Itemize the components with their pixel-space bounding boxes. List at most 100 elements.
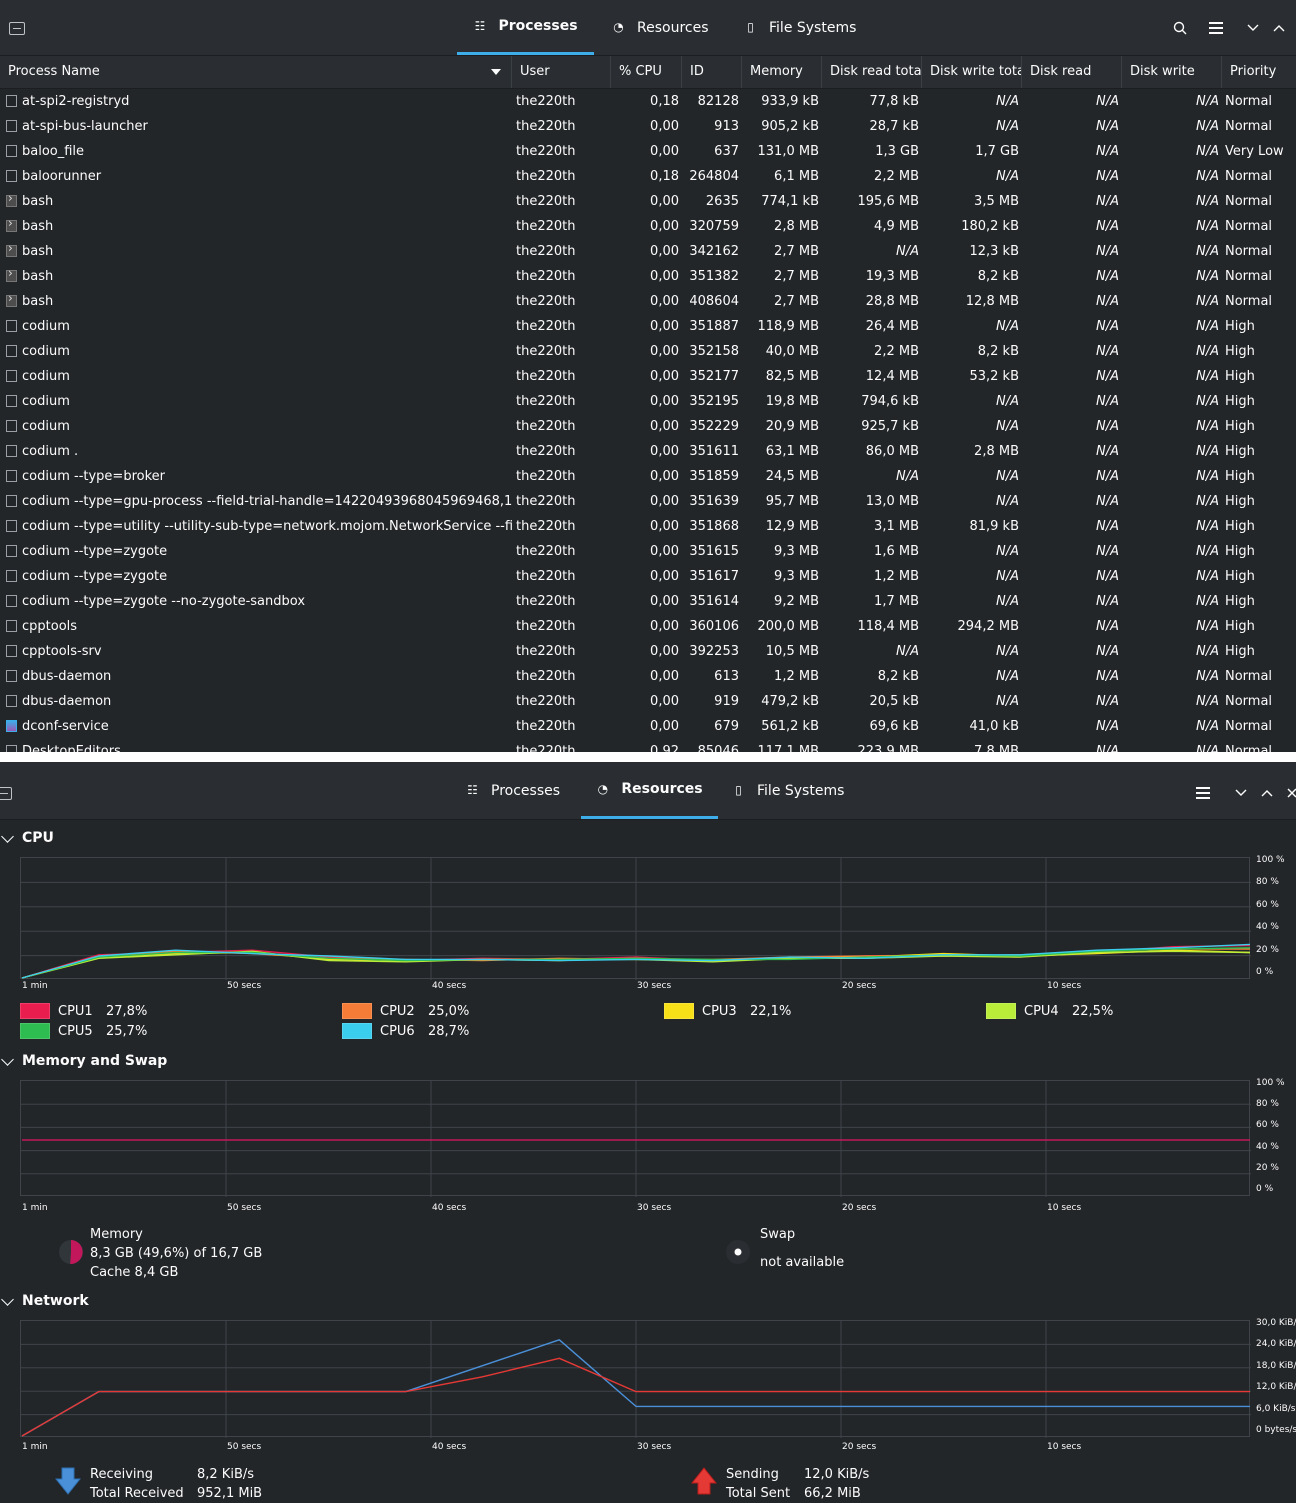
cell-dr: N/A [1096,444,1119,459]
chevron-down-icon [1,829,14,843]
cell-drt: 26,4 MB [865,319,919,334]
table-row[interactable]: dbus-daemon the220th 0,00 613 1,2 MB 8,2 kB N/… [0,664,1296,689]
process-icon [6,345,17,357]
table-row[interactable]: baloorunner the220th 0,18 264804 6,1 MB 2,2 M… [0,164,1296,189]
swap-value: not available [760,1255,845,1270]
table-row[interactable]: codium --type=zygote the220th 0,00 351615 9,… [0,539,1296,564]
table-row[interactable]: codium --type=broker the220th 0,00 351859 24… [0,464,1296,489]
column-header-id[interactable]: ID [682,56,742,88]
receiving-info: Receiving Total Received [90,1465,184,1503]
table-row[interactable]: bash the220th 0,00 320759 2,8 MB 4,9 MB 180,2 … [0,214,1296,239]
cell-drt: 19,3 MB [865,269,919,284]
tab-resources[interactable]: ◔ Resources [612,0,708,55]
table-row[interactable]: codium the220th 0,00 352195 19,8 MB 794,6 kB N… [0,389,1296,414]
cell-dr: N/A [1096,269,1119,284]
x-tick-label: 30 secs [637,981,672,991]
sort-descending-icon [491,69,501,75]
network-section-header[interactable]: Network [0,1290,89,1312]
table-row[interactable]: bash the220th 0,00 2635 774,1 kB 195,6 MB 3,5 … [0,189,1296,214]
table-row[interactable]: at-spi-bus-launcher the220th 0,00 913 905,2 … [0,114,1296,139]
cell-user: the220th [516,94,576,109]
x-tick-label: 40 secs [432,1442,467,1452]
column-header-priority[interactable]: Priority [1222,56,1296,88]
table-row[interactable]: codium the220th 0,00 351887 118,9 MB 26,4 MB N… [0,314,1296,339]
memory-value: 8,3 GB (49,6%) of 16,7 GB [90,1246,263,1261]
table-row[interactable]: codium the220th 0,00 352177 82,5 MB 12,4 MB 53… [0,364,1296,389]
column-header-process-name[interactable]: Process Name [0,56,512,88]
table-row[interactable]: codium . the220th 0,00 351611 63,1 MB 86,0 MB… [0,439,1296,464]
table-row[interactable]: dconf-service the220th 0,00 679 561,2 kB 69,6… [0,714,1296,739]
cell-dwt: N/A [996,419,1019,434]
column-header-disk-read-total[interactable]: Disk read total [822,56,922,88]
cell-cpu: 0,00 [650,494,679,509]
column-header-cpu[interactable]: % CPU [611,56,682,88]
column-label: Disk read [1030,64,1092,79]
table-row[interactable]: codium the220th 0,00 352158 40,0 MB 2,2 MB 8,2… [0,339,1296,364]
y-tick-label: 30,0 KiB/s [1256,1318,1296,1328]
cell-prio: High [1225,494,1255,509]
column-header-user[interactable]: User [512,56,611,88]
memory-cache: Cache 8,4 GB [90,1265,179,1280]
maximize-button[interactable] [1269,18,1289,38]
cell-dr: N/A [1096,419,1119,434]
cell-dwt: N/A [996,669,1019,684]
process-table-body: at-spi2-registryd the220th 0,18 82128 933,9 … [0,89,1296,752]
cell-prio: Normal [1225,719,1273,734]
table-row[interactable]: at-spi2-registryd the220th 0,18 82128 933,9 … [0,89,1296,114]
hamburger-menu-button[interactable] [1206,18,1226,38]
table-row[interactable]: codium --type=utility --utility-sub-type… [0,514,1296,539]
cell-drt: 86,0 MB [865,444,919,459]
cell-user: the220th [516,144,576,159]
cell-mem: 10,5 MB [765,644,819,659]
legend-value: 25,7% [106,1023,148,1039]
table-row[interactable]: bash the220th 0,00 342162 2,7 MB N/A 12,3 kB N/… [0,239,1296,264]
table-row[interactable]: bash the220th 0,00 351382 2,7 MB 19,3 MB 8,2 k… [0,264,1296,289]
table-row[interactable]: cpptools-srv the220th 0,00 392253 10,5 MB N/A… [0,639,1296,664]
x-tick-label: 20 secs [842,1203,877,1213]
column-label: User [520,64,550,79]
cell-prio: High [1225,594,1255,609]
table-row[interactable]: codium --type=gpu-process --field-trial-… [0,489,1296,514]
cell-user: the220th [516,569,576,584]
cell-drt: 925,7 kB [861,419,919,434]
cell-dwt: N/A [996,594,1019,609]
table-row[interactable]: codium the220th 0,00 352229 20,9 MB 925,7 kB N… [0,414,1296,439]
column-header-memory[interactable]: Memory [742,56,822,88]
close-button[interactable] [1282,783,1296,803]
cell-mem: 6,1 MB [774,169,819,184]
cell-dwt: N/A [996,694,1019,709]
cell-cpu: 0,00 [650,319,679,334]
cell-dw: N/A [1196,669,1219,684]
hamburger-menu-button[interactable] [1193,783,1213,803]
table-row[interactable]: cpptools the220th 0,00 360106 200,0 MB 118,4 … [0,614,1296,639]
process-icon [6,445,17,457]
y-tick-label: 20 % [1256,1162,1279,1173]
tab-resources[interactable]: ◔ Resources [581,762,718,819]
table-row[interactable]: baloo_file the220th 0,00 637 131,0 MB 1,3 GB 1… [0,139,1296,164]
tab-file-systems[interactable]: ▯ File Systems [744,0,856,55]
column-header-disk-write-total[interactable]: Disk write total [922,56,1022,88]
table-row[interactable]: codium --type=zygote the220th 0,00 351617 9,… [0,564,1296,589]
minimize-button[interactable] [1243,18,1263,38]
minimize-button[interactable] [1231,783,1251,803]
table-row[interactable]: codium --type=zygote --no-zygote-sandbox… [0,589,1296,614]
cell-drt: 195,6 MB [857,194,919,209]
column-header-disk-read[interactable]: Disk read [1022,56,1122,88]
column-header-disk-write[interactable]: Disk write [1122,56,1222,88]
cell-prio: High [1225,544,1255,559]
table-row[interactable]: bash the220th 0,00 408604 2,7 MB 28,8 MB 12,8 … [0,289,1296,314]
memory-section-header[interactable]: Memory and Swap [0,1050,167,1072]
maximize-button[interactable] [1257,783,1277,803]
tab-processes[interactable]: ☷ Processes [457,0,594,55]
table-row[interactable]: dbus-daemon the220th 0,00 919 479,2 kB 20,5 k… [0,689,1296,714]
tab-processes[interactable]: ☷ Processes [466,762,560,819]
cell-dw: N/A [1196,244,1219,259]
search-button[interactable] [1170,18,1190,38]
y-tick-label: 100 % [1256,855,1285,865]
cpu-section-header[interactable]: CPU [0,827,54,849]
y-tick-label: 0 % [1256,967,1274,977]
tab-file-systems[interactable]: ▯ File Systems [732,762,844,819]
cell-prio: High [1225,569,1255,584]
table-row[interactable]: DesktopEditors the220th 0,92 85046 117,1 MB 2… [0,739,1296,752]
cell-drt: 1,6 MB [874,544,919,559]
